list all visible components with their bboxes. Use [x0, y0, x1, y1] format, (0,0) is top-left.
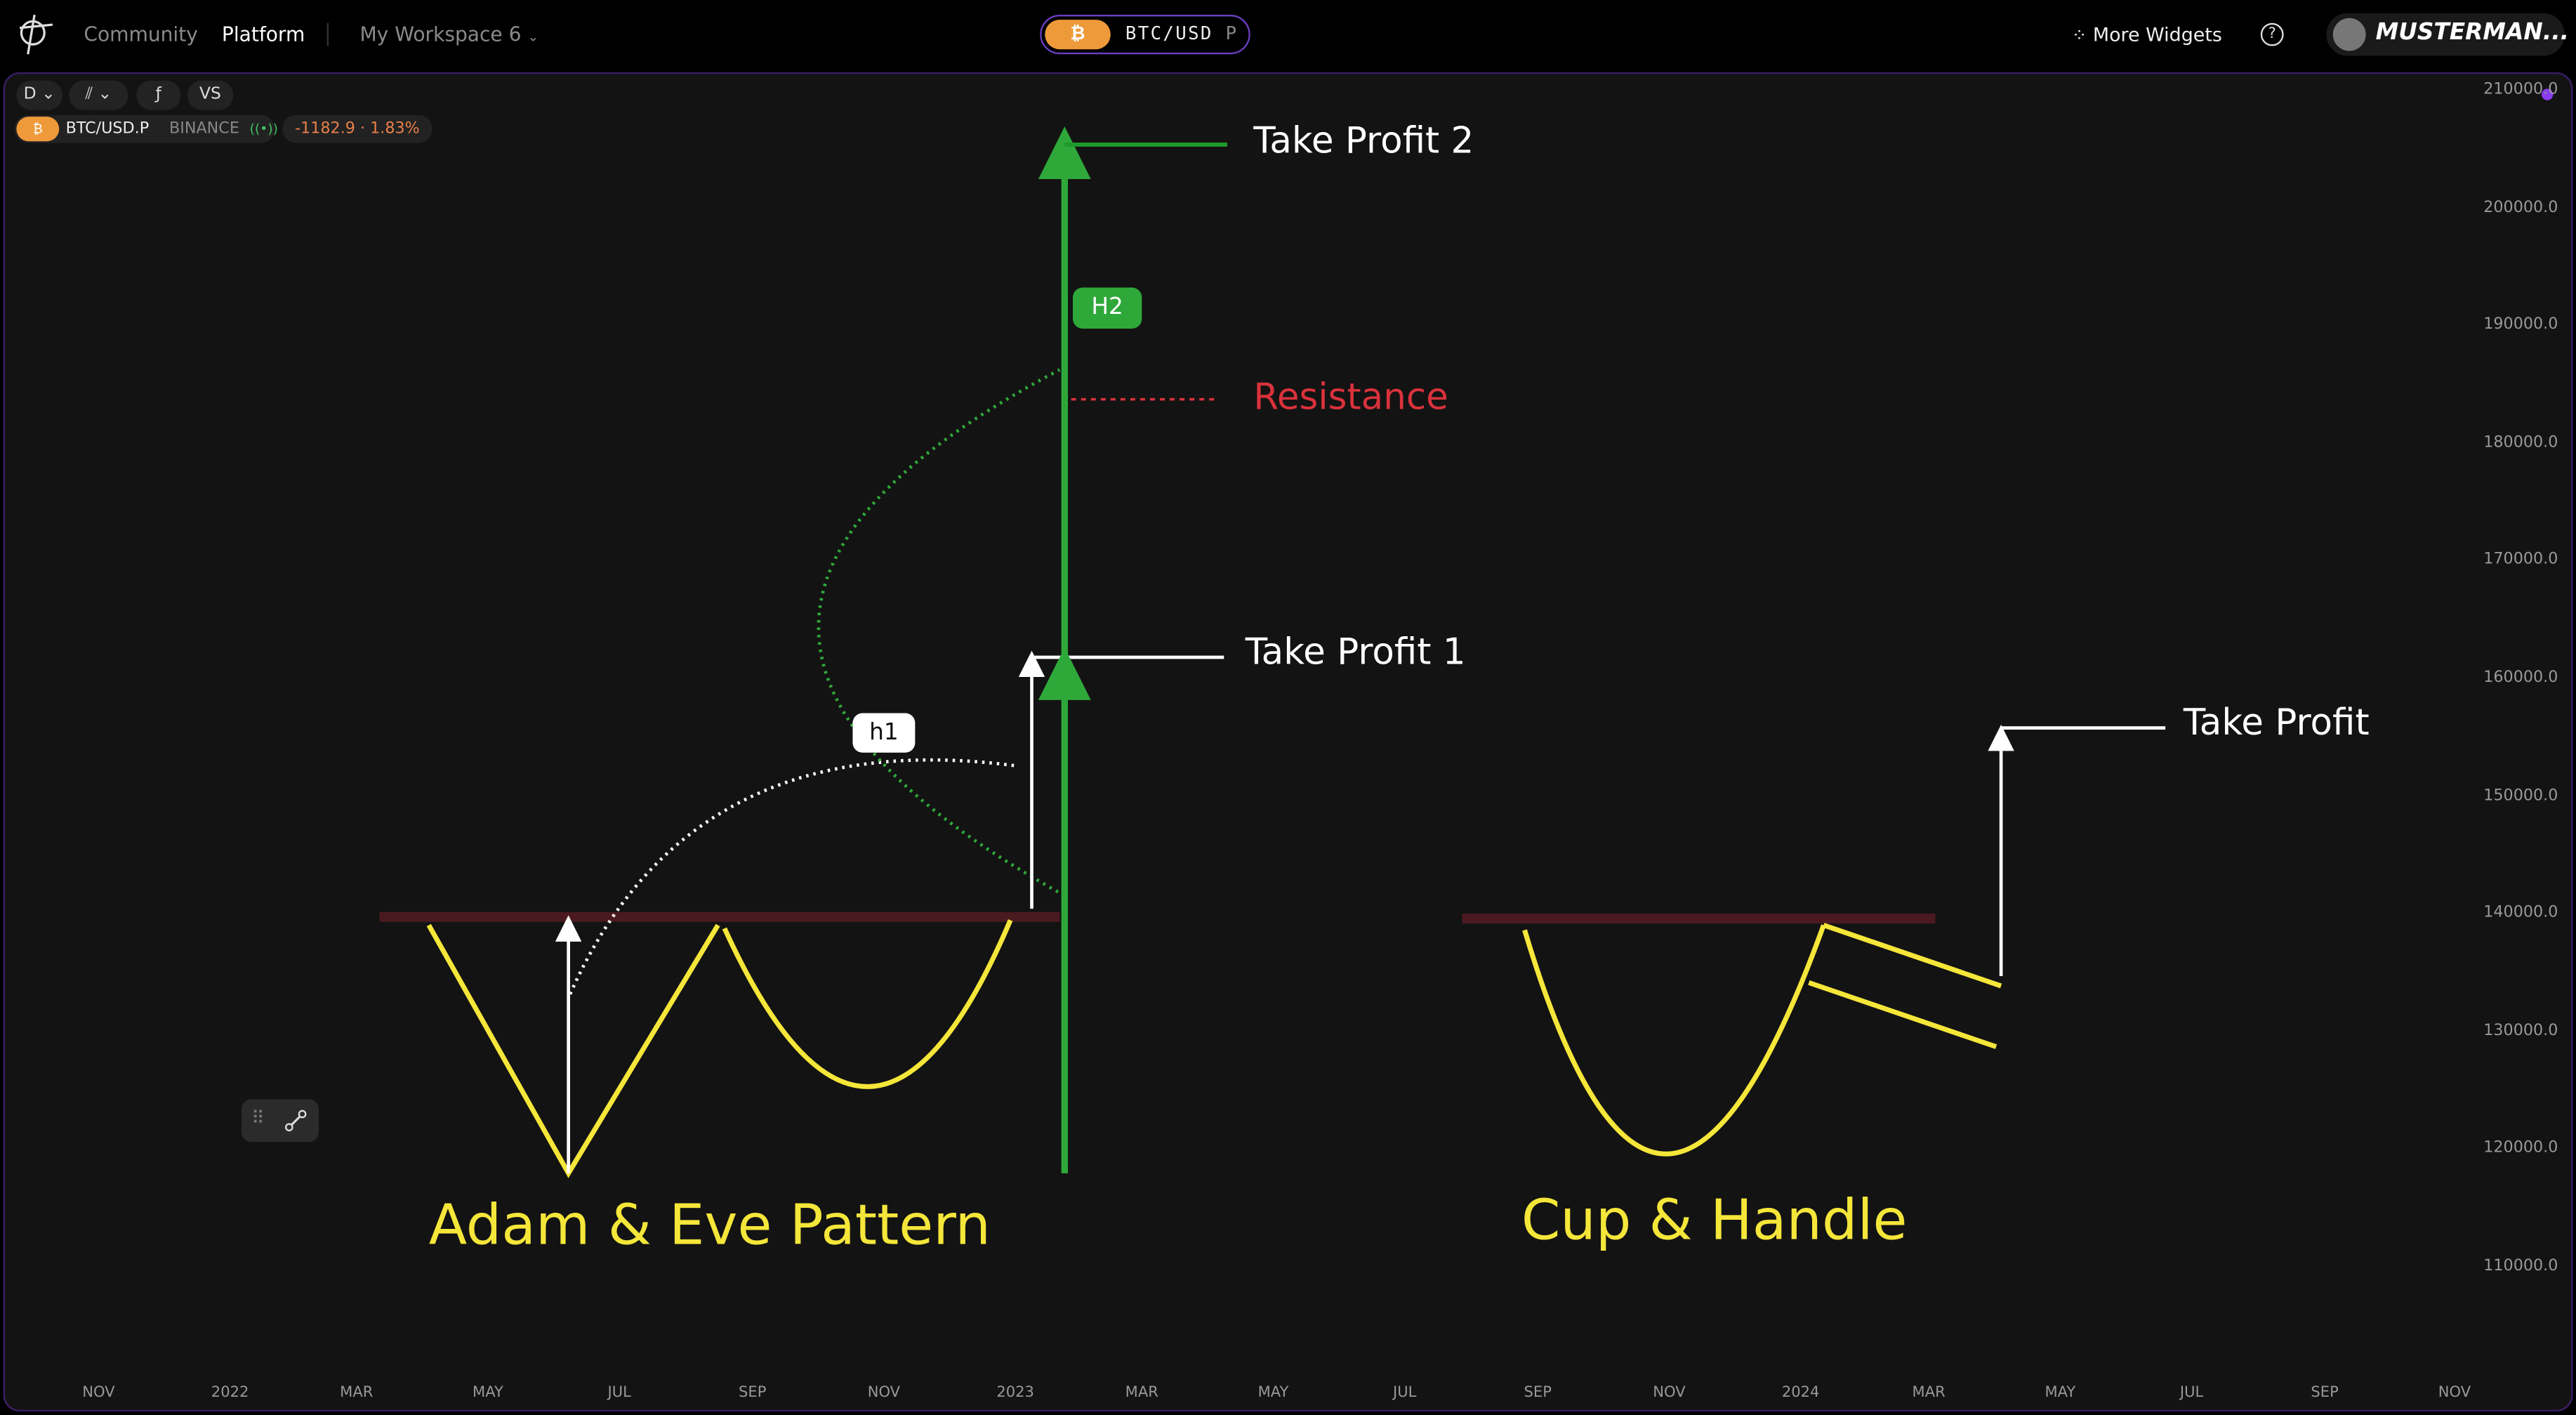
h1-badge: h1 — [852, 713, 916, 753]
drag-handle-icon[interactable]: ⠿ — [251, 1107, 265, 1128]
price-tick: 130000.0 — [2483, 1022, 2558, 1040]
price-tick: 200000.0 — [2483, 198, 2558, 216]
time-tick: MAY — [473, 1385, 503, 1402]
time-tick: MAR — [1912, 1385, 1946, 1402]
time-tick: MAY — [2045, 1385, 2076, 1402]
time-tick: NOV — [867, 1385, 901, 1402]
price-tick: 120000.0 — [2483, 1139, 2558, 1158]
h2-badge: H2 — [1073, 287, 1142, 329]
price-tick: 140000.0 — [2483, 904, 2558, 923]
eve-cup-curve[interactable] — [722, 919, 1013, 1089]
time-tick: MAR — [340, 1385, 374, 1402]
app: Community Platform My Workspace 6 ⌄ ₿ BT… — [0, 0, 2576, 1415]
price-tick: 150000.0 — [2483, 786, 2558, 805]
take-profit-1-label: Take Profit 1 — [1245, 632, 1466, 674]
time-tick: NOV — [1653, 1385, 1686, 1402]
handle-lower[interactable] — [1808, 980, 1997, 1049]
price-tick: 170000.0 — [2483, 551, 2558, 570]
cup-handle-title: Cup & Handle — [1521, 1187, 1908, 1254]
time-tick: JUL — [1393, 1385, 1417, 1402]
price-tick: 210000.0 — [2483, 80, 2558, 99]
price-tick: 190000.0 — [2483, 315, 2558, 334]
drawing-mini-toolbar[interactable]: ⠿ — [241, 1099, 319, 1143]
time-tick: SEP — [1524, 1385, 1552, 1402]
take-profit-label: Take Profit — [2183, 703, 2370, 745]
time-tick: NOV — [82, 1385, 115, 1402]
handle-upper[interactable] — [1823, 923, 2002, 989]
time-tick: SEP — [739, 1385, 767, 1402]
take-profit-2-label: Take Profit 2 — [1253, 121, 1474, 163]
time-tick: NOV — [2438, 1385, 2471, 1402]
cup-curve[interactable] — [1522, 924, 1826, 1157]
time-tick: MAR — [1125, 1385, 1158, 1402]
time-tick: JUL — [2179, 1385, 2204, 1402]
time-tick: 2023 — [996, 1385, 1034, 1402]
price-tick: 110000.0 — [2483, 1257, 2558, 1275]
time-tick: 2024 — [1781, 1385, 1820, 1402]
price-tick: 180000.0 — [2483, 433, 2558, 452]
time-tick: SEP — [2311, 1385, 2339, 1402]
time-tick: JUL — [607, 1385, 631, 1402]
time-tick: MAY — [1257, 1385, 1289, 1402]
trendline-tool-icon[interactable] — [284, 1110, 308, 1133]
h2-projection-dotted[interactable] — [817, 368, 1066, 897]
adam-eve-title: Adam & Eve Pattern — [428, 1192, 991, 1259]
adam-v-line[interactable] — [426, 923, 720, 1178]
price-tick: 160000.0 — [2483, 669, 2558, 687]
time-tick: 2022 — [211, 1385, 249, 1402]
resistance-label: Resistance — [1253, 378, 1448, 419]
h1-projection-dotted[interactable] — [568, 758, 1016, 995]
